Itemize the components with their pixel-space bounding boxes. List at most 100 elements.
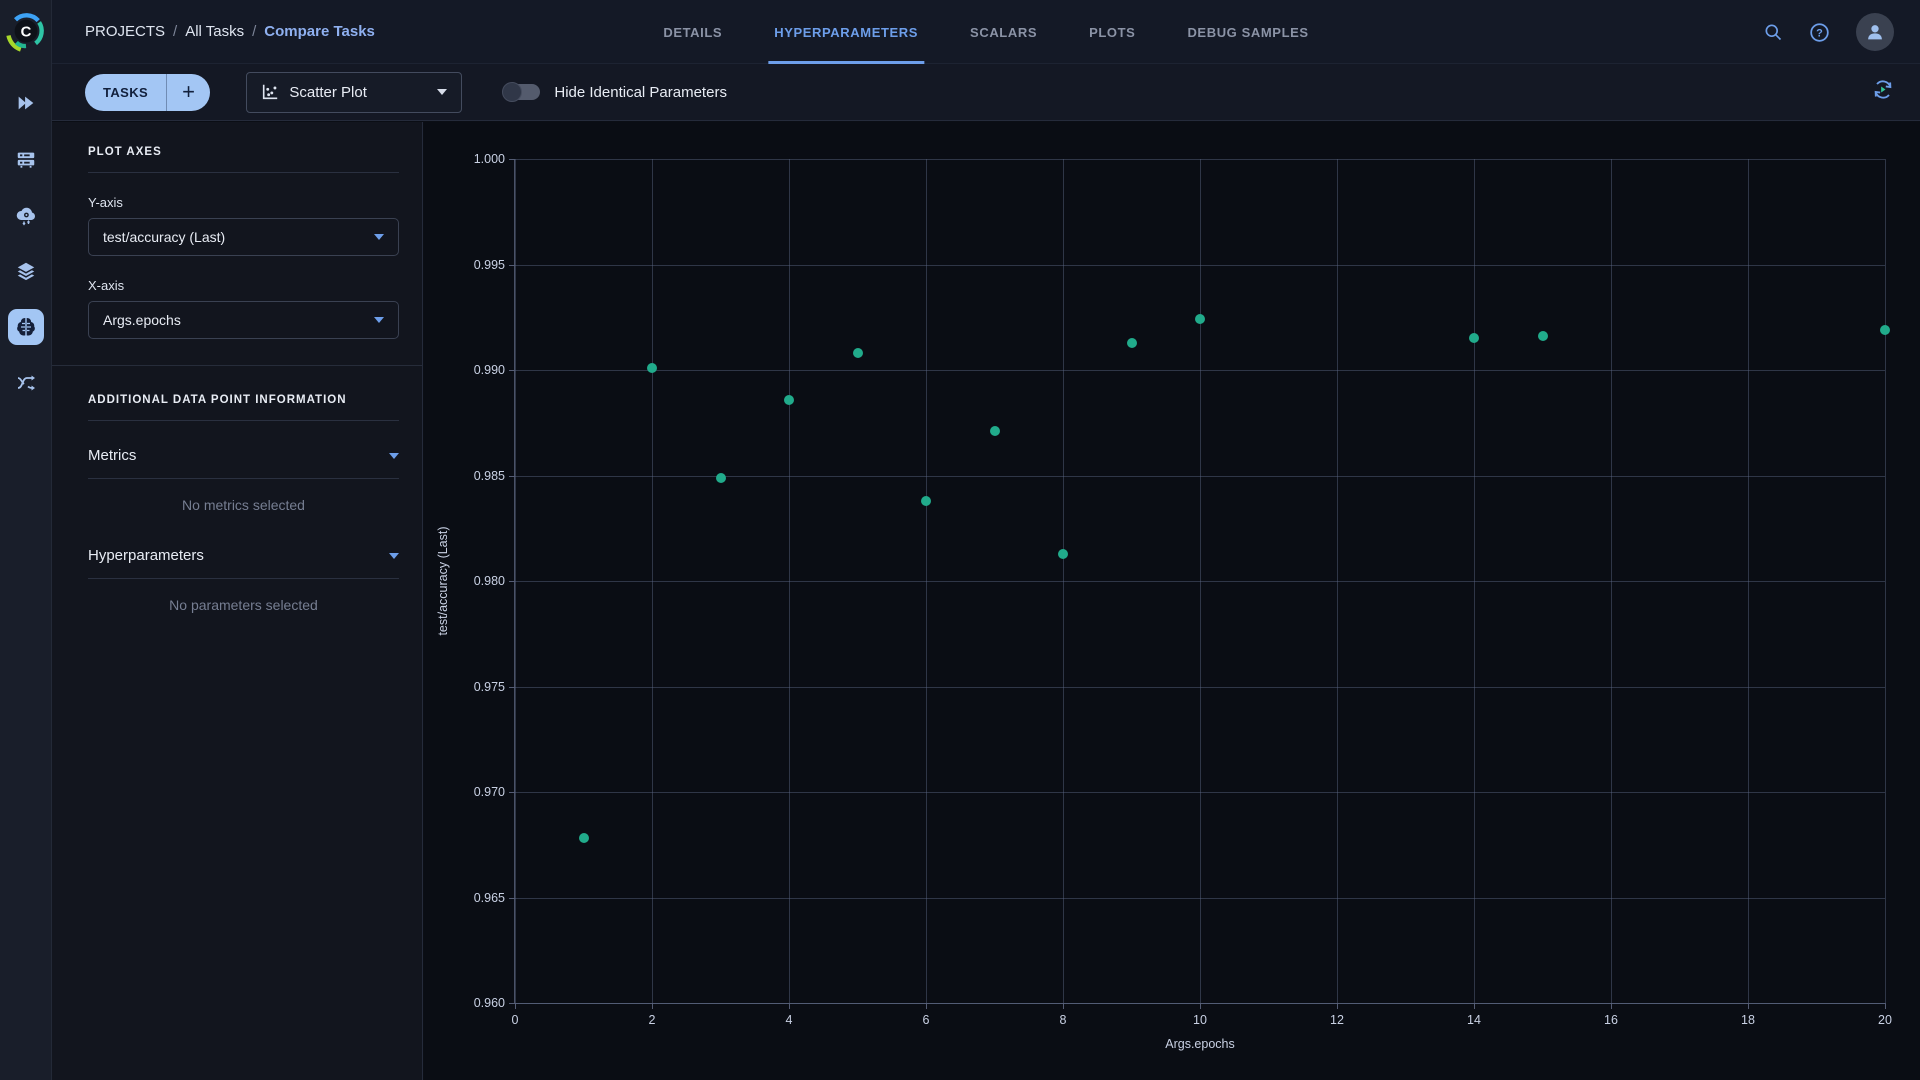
y-tick-mark <box>509 370 515 371</box>
data-point[interactable] <box>1058 549 1068 559</box>
search-icon[interactable] <box>1763 22 1783 42</box>
x-tick-label: 2 <box>649 1013 656 1027</box>
x-tick-label: 8 <box>1060 1013 1067 1027</box>
y-tick-mark <box>509 898 515 899</box>
data-point[interactable] <box>579 833 589 843</box>
plot-type-select[interactable]: Scatter Plot <box>246 72 462 113</box>
breadcrumb: PROJECTS / All Tasks / Compare Tasks <box>52 23 375 40</box>
x-axis-label: X-axis <box>88 278 399 293</box>
breadcrumb-compare-tasks: Compare Tasks <box>264 23 375 40</box>
y-tick-mark <box>509 1003 515 1004</box>
y-tick-mark <box>509 159 515 160</box>
divider <box>88 420 399 421</box>
svg-text:C: C <box>20 24 31 40</box>
x-tick-label: 20 <box>1878 1013 1892 1027</box>
scatter-plot-icon <box>261 83 279 101</box>
data-point[interactable] <box>784 395 794 405</box>
y-gridline <box>515 792 1885 793</box>
y-gridline <box>515 687 1885 688</box>
user-avatar[interactable] <box>1856 13 1894 51</box>
metrics-empty-state: No metrics selected <box>88 497 399 513</box>
y-tick-mark <box>509 476 515 477</box>
tasks-split-button[interactable]: TASKS + <box>85 74 210 111</box>
pipelines-icon <box>14 371 38 395</box>
additional-info-title: ADDITIONAL DATA POINT INFORMATION <box>88 394 399 406</box>
y-tick-mark <box>509 687 515 688</box>
y-tick-label: 0.995 <box>474 258 505 272</box>
tab-hyperparameters[interactable]: HYPERPARAMETERS <box>774 0 918 64</box>
data-point[interactable] <box>990 426 1000 436</box>
y-tick-label: 0.990 <box>474 363 505 377</box>
hyperparameters-expander[interactable]: Hyperparameters <box>88 547 399 564</box>
toggle-knob <box>502 82 522 102</box>
data-point[interactable] <box>1469 333 1479 343</box>
clearml-logo[interactable]: C <box>0 0 52 64</box>
chevron-down-icon <box>374 234 384 240</box>
y-tick-label: 0.980 <box>474 574 505 588</box>
breadcrumb-all-tasks[interactable]: All Tasks <box>185 23 244 40</box>
y-gridline <box>515 159 1885 160</box>
metrics-expander[interactable]: Metrics <box>88 447 399 464</box>
y-tick-mark <box>509 581 515 582</box>
data-point[interactable] <box>921 496 931 506</box>
y-gridline <box>515 370 1885 371</box>
y-tick-label: 0.965 <box>474 891 505 905</box>
metrics-label: Metrics <box>88 447 389 464</box>
tab-debug-samples[interactable]: DEBUG SAMPLES <box>1187 0 1308 64</box>
sidebar-item-projects[interactable] <box>8 85 44 121</box>
data-point[interactable] <box>1127 338 1137 348</box>
experiments-brain-icon <box>14 315 38 339</box>
x-tick-label: 14 <box>1467 1013 1481 1027</box>
breadcrumb-separator: / <box>173 23 177 40</box>
data-point[interactable] <box>853 348 863 358</box>
breadcrumb-separator: / <box>252 23 256 40</box>
tab-plots[interactable]: PLOTS <box>1089 0 1135 64</box>
data-point[interactable] <box>1195 314 1205 324</box>
y-gridline <box>515 581 1885 582</box>
hide-identical-toggle-wrap[interactable]: Hide Identical Parameters <box>504 84 727 101</box>
x-tick-label: 18 <box>1741 1013 1755 1027</box>
y-axis-title: test/accuracy (Last) <box>436 526 450 635</box>
breadcrumb-projects[interactable]: PROJECTS <box>85 23 165 40</box>
left-nav-rail: C <box>0 0 52 1080</box>
y-tick-mark <box>509 265 515 266</box>
hide-identical-toggle[interactable] <box>504 84 540 100</box>
app-header: PROJECTS / All Tasks / Compare Tasks DET… <box>52 0 1920 64</box>
y-tick-label: 1.000 <box>474 152 505 166</box>
x-tick-label: 0 <box>512 1013 519 1027</box>
sidebar-item-experiments[interactable] <box>8 309 44 345</box>
main-tabs: DETAILS HYPERPARAMETERS SCALARS PLOTS DE… <box>663 0 1308 64</box>
tasks-button-label[interactable]: TASKS <box>85 74 166 111</box>
tab-details[interactable]: DETAILS <box>663 0 722 64</box>
sidebar-item-pipelines[interactable] <box>8 365 44 401</box>
sidebar-item-workers-queues[interactable] <box>8 141 44 177</box>
sidebar-item-datasets[interactable] <box>8 253 44 289</box>
scatter-chart-panel: Args.epochs test/accuracy (Last) 0246810… <box>424 122 1920 1080</box>
plot-type-value: Scatter Plot <box>289 84 427 101</box>
hide-identical-label: Hide Identical Parameters <box>554 84 727 101</box>
data-point[interactable] <box>1538 331 1548 341</box>
tab-scalars[interactable]: SCALARS <box>970 0 1037 64</box>
data-point[interactable] <box>647 363 657 373</box>
x-axis-select[interactable]: Args.epochs <box>88 301 399 339</box>
auto-refresh-icon[interactable] <box>1870 77 1896 108</box>
y-tick-mark <box>509 792 515 793</box>
chevron-down-icon <box>389 453 399 459</box>
y-axis-select[interactable]: test/accuracy (Last) <box>88 218 399 256</box>
x-tick-label: 12 <box>1330 1013 1344 1027</box>
chevron-down-icon <box>374 317 384 323</box>
plot-axes-title: PLOT AXES <box>88 146 399 158</box>
data-point[interactable] <box>716 473 726 483</box>
divider <box>88 578 399 579</box>
datasets-icon <box>15 260 37 282</box>
x-tick-label: 16 <box>1604 1013 1618 1027</box>
y-axis-value: test/accuracy (Last) <box>103 229 374 245</box>
help-icon[interactable]: ? <box>1809 22 1830 43</box>
svg-text:?: ? <box>1816 27 1823 39</box>
hyperparameters-empty-state: No parameters selected <box>88 597 399 613</box>
plot-area: Args.epochs test/accuracy (Last) 0246810… <box>514 159 1885 1004</box>
data-point[interactable] <box>1880 325 1890 335</box>
sidebar-item-autoscalers[interactable] <box>8 197 44 233</box>
x-gridline <box>1885 159 1886 1003</box>
add-tasks-button[interactable]: + <box>167 74 210 111</box>
